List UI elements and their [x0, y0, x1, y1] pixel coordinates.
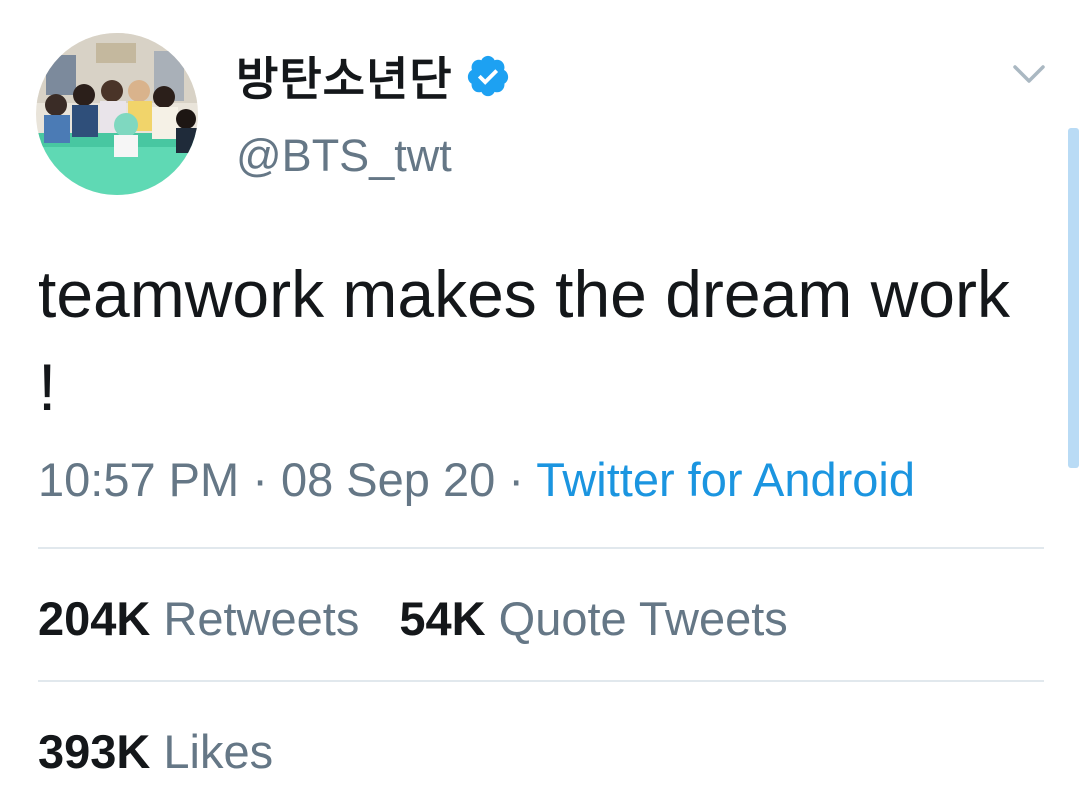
- tweet-time[interactable]: 10:57 PM: [38, 453, 239, 506]
- group-photo-avatar: [36, 33, 198, 195]
- avatar[interactable]: [36, 33, 198, 195]
- quote-tweets-label: Quote Tweets: [498, 592, 788, 645]
- quote-tweets-count: 54K: [399, 592, 486, 645]
- quote-tweets-link[interactable]: 54K Quote Tweets: [399, 592, 787, 645]
- tweet-source-link[interactable]: Twitter for Android: [536, 453, 915, 506]
- likes-link[interactable]: 393K Likes: [38, 725, 273, 778]
- display-name[interactable]: 방탄소년단: [236, 46, 511, 106]
- retweet-stats: 204K Retweets 54K Quote Tweets: [38, 591, 788, 646]
- retweets-link[interactable]: 204K Retweets: [38, 592, 359, 645]
- divider: [38, 547, 1044, 549]
- retweets-label: Retweets: [163, 592, 360, 645]
- meta-separator: ·: [495, 453, 537, 506]
- chevron-down-icon[interactable]: [1011, 62, 1047, 86]
- likes-label: Likes: [163, 725, 274, 778]
- scrollbar[interactable]: [1068, 128, 1079, 468]
- meta-separator: ·: [239, 453, 281, 506]
- likes-count: 393K: [38, 725, 151, 778]
- retweets-count: 204K: [38, 592, 151, 645]
- user-handle[interactable]: @BTS_twt: [236, 130, 452, 182]
- tweet-text: teamwork makes the dream work !: [38, 257, 1010, 424]
- likes-stats: 393K Likes: [38, 724, 273, 779]
- tweet-meta: 10:57 PM · 08 Sep 20 · Twitter for Andro…: [38, 452, 915, 507]
- divider: [38, 680, 1044, 682]
- display-name-text[interactable]: 방탄소년단: [236, 43, 453, 109]
- verified-badge-icon: [465, 53, 511, 99]
- tweet-date[interactable]: 08 Sep 20: [281, 453, 495, 506]
